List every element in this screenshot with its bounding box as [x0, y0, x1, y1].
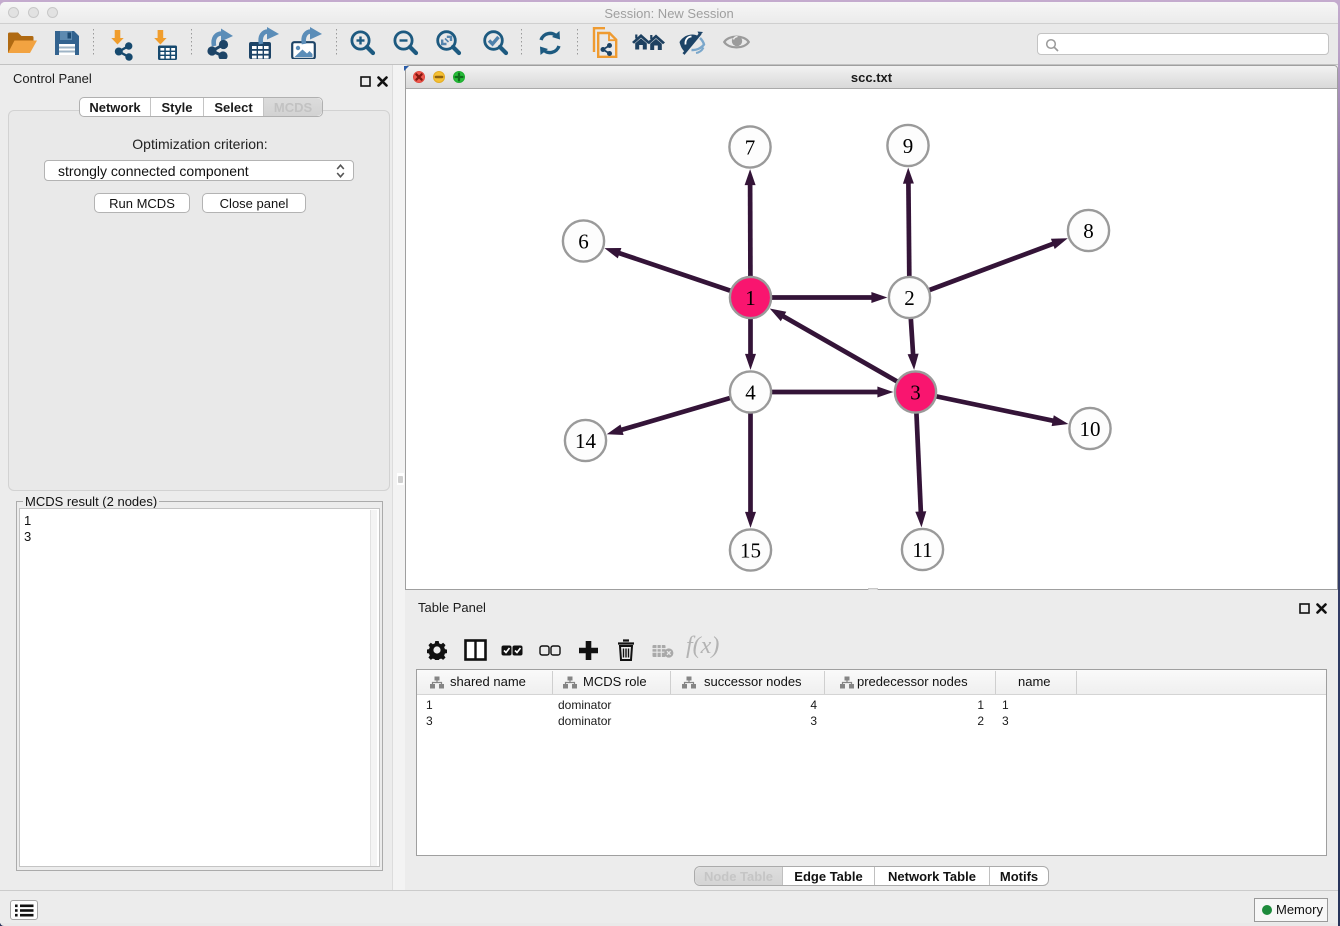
svg-text:14: 14 [575, 429, 597, 453]
svg-text:10: 10 [1080, 417, 1101, 441]
svg-text:15: 15 [740, 539, 761, 563]
svg-text:7: 7 [745, 136, 756, 160]
svg-text:9: 9 [903, 134, 914, 158]
svg-text:2: 2 [904, 286, 915, 310]
svg-text:1: 1 [745, 286, 756, 310]
svg-text:4: 4 [745, 381, 756, 405]
svg-text:3: 3 [910, 381, 921, 405]
svg-text:8: 8 [1083, 219, 1094, 243]
svg-text:11: 11 [912, 538, 932, 562]
svg-text:6: 6 [578, 230, 589, 254]
